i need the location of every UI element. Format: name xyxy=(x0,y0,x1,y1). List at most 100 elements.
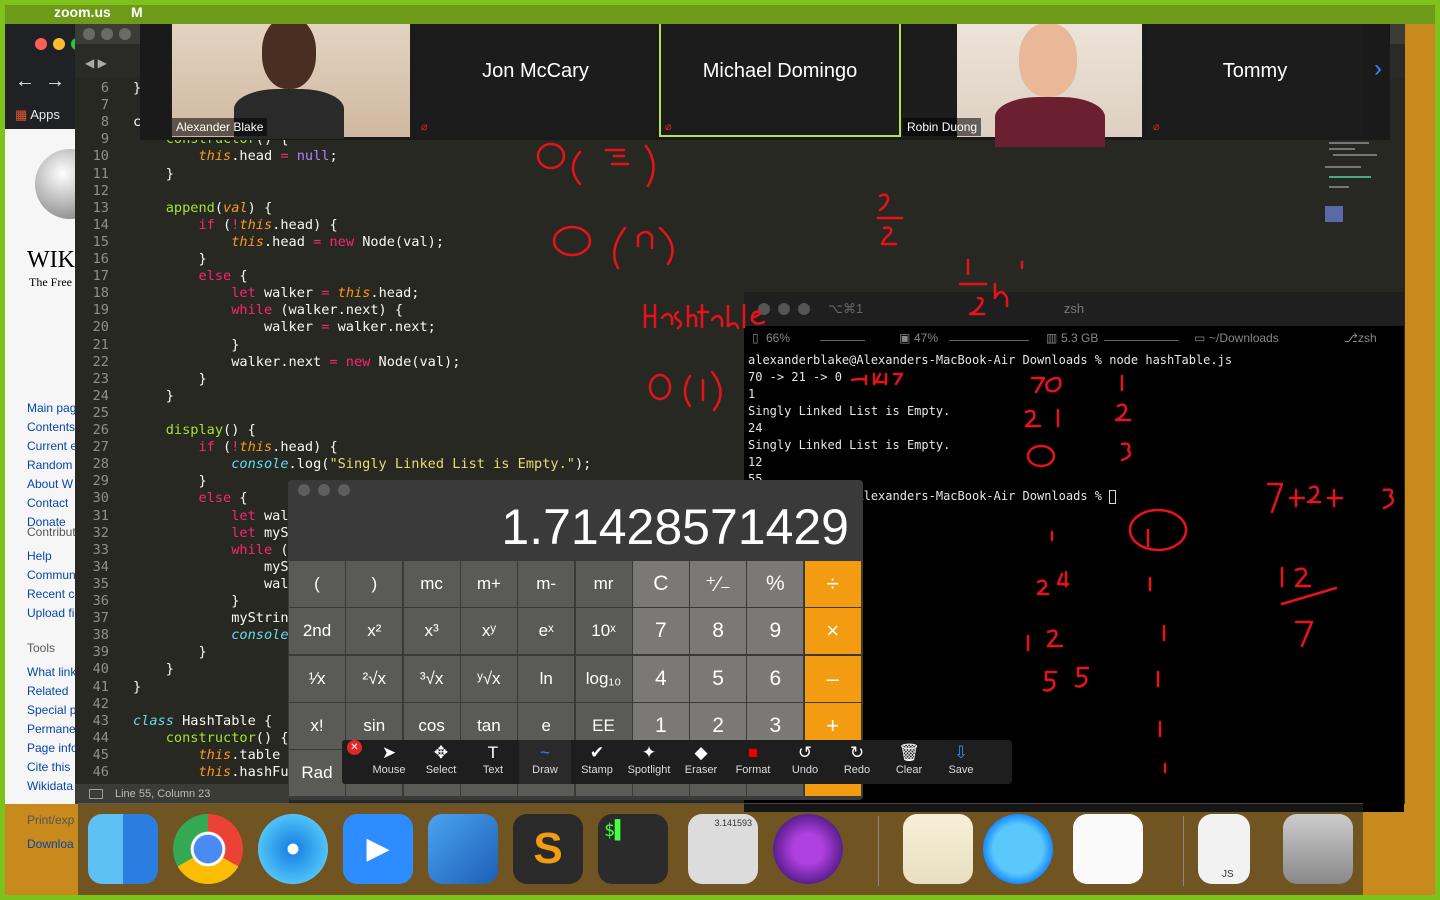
tool-save-button[interactable]: ⇩ Save xyxy=(935,740,987,784)
safari-icon[interactable] xyxy=(258,814,328,884)
code-line[interactable]: 17 else { xyxy=(75,268,248,285)
calc-key[interactable]: 9 xyxy=(747,608,804,655)
code-line[interactable]: 27 if (!this.head) { xyxy=(75,439,338,456)
tool-text-button[interactable]: T Text xyxy=(467,740,519,784)
minimize-icon[interactable] xyxy=(318,484,330,496)
code-line[interactable]: 26 display() { xyxy=(75,422,256,439)
code-line[interactable]: 6} xyxy=(75,80,141,97)
code-line[interactable]: 38 console xyxy=(75,627,289,644)
participant-tile[interactable]: Tommy ⌀ xyxy=(1147,5,1363,137)
calc-key[interactable]: xʸ xyxy=(460,608,517,655)
zoom-window-icon[interactable] xyxy=(338,484,350,496)
code-line[interactable]: 20 walker = walker.next; xyxy=(75,319,436,336)
code-line[interactable]: 11 } xyxy=(75,166,174,183)
apps-bookmark[interactable]: ▦ Apps xyxy=(15,107,60,123)
calc-key[interactable]: ÷ xyxy=(804,561,861,607)
calc-key[interactable]: C xyxy=(632,561,689,607)
participant-tile[interactable]: Jon McCary ⌀ xyxy=(415,5,656,137)
code-line[interactable]: 19 while (walker.next) { xyxy=(75,302,403,319)
code-line[interactable]: 10 this.head = null; xyxy=(75,148,338,165)
xcode-icon[interactable] xyxy=(428,814,498,884)
code-line[interactable]: 39 } xyxy=(75,644,207,661)
code-line[interactable]: 32 let myS xyxy=(75,525,289,542)
tab-nav-arrows-icon[interactable]: ◀ ▶ xyxy=(85,56,107,70)
code-line[interactable]: 18 let walker = this.head; xyxy=(75,285,420,302)
wiki-print-link[interactable]: Downloa xyxy=(27,837,74,851)
pages-icon[interactable] xyxy=(903,814,973,884)
calc-key[interactable]: x! xyxy=(289,702,345,749)
wiki-tools-link[interactable]: Page info xyxy=(27,741,78,755)
wiki-tools-link[interactable]: What link xyxy=(27,665,76,679)
code-line[interactable]: 45 this.table = xyxy=(75,747,297,764)
code-line[interactable]: 15 this.head = new Node(val); xyxy=(75,234,444,251)
code-line[interactable]: 31 let wal xyxy=(75,508,289,525)
calc-key[interactable]: m+ xyxy=(460,561,517,607)
chrome-icon[interactable] xyxy=(173,814,243,884)
code-line[interactable]: 21 } xyxy=(75,337,240,354)
wiki-nav-link[interactable]: Current e xyxy=(27,439,77,453)
code-line[interactable]: 14 if (!this.head) { xyxy=(75,217,338,234)
calc-key[interactable]: mr xyxy=(575,561,632,607)
tool-format-button[interactable]: ■ Format xyxy=(727,740,779,784)
tool-draw-button[interactable]: ~ Draw xyxy=(519,740,571,784)
calc-key[interactable]: × xyxy=(804,608,861,655)
code-line[interactable]: 12 xyxy=(75,183,133,200)
wiki-tools-link[interactable]: Wikidata xyxy=(27,779,73,793)
calc-key[interactable]: 8 xyxy=(690,608,747,655)
tool-redo-button[interactable]: ↻ Redo xyxy=(831,740,883,784)
code-line[interactable]: 24 } xyxy=(75,388,174,405)
calc-key[interactable]: mc xyxy=(403,561,460,607)
calc-key[interactable]: 7 xyxy=(632,608,689,655)
code-line[interactable]: 44 constructor() { xyxy=(75,730,289,747)
calc-key[interactable]: ln xyxy=(518,655,575,702)
minimap[interactable] xyxy=(1325,136,1385,236)
calculator-icon[interactable]: 3.141593 xyxy=(688,814,758,884)
code-line[interactable]: 36 } xyxy=(75,593,240,610)
wiki-nav-link[interactable]: Main pag xyxy=(27,401,76,415)
wiki-nav-link[interactable]: Contact xyxy=(27,496,68,510)
participant-tile[interactable]: Robin Duong xyxy=(903,5,1144,147)
wiki-contribute-link[interactable]: Help xyxy=(27,549,52,563)
messages-icon[interactable] xyxy=(983,814,1053,884)
code-line[interactable]: 46 this.hashFu xyxy=(75,764,289,781)
tool-eraser-button[interactable]: ◆ Eraser xyxy=(675,740,727,784)
wiki-tools-link[interactable]: Related xyxy=(27,684,68,698)
code-line[interactable]: 41} xyxy=(75,679,142,696)
code-line[interactable]: 8c xyxy=(75,114,141,131)
code-line[interactable]: 13 append(val) { xyxy=(75,200,273,217)
calc-key[interactable]: ³√x xyxy=(403,655,460,702)
wiki-tools-link[interactable]: Cite this xyxy=(27,760,70,774)
close-icon[interactable] xyxy=(298,484,310,496)
wiki-contribute-link[interactable]: Upload fi xyxy=(27,606,74,620)
trash-icon[interactable] xyxy=(1283,814,1353,884)
wiki-nav-link[interactable]: About W xyxy=(27,477,73,491)
zoom-icon[interactable]: ▶ xyxy=(343,814,413,884)
calc-key[interactable]: ⁺∕₋ xyxy=(690,561,747,607)
code-line[interactable]: 7 xyxy=(75,97,133,114)
zoom-window-icon[interactable] xyxy=(119,28,131,40)
calc-key[interactable]: m- xyxy=(518,561,575,607)
calc-key[interactable]: x² xyxy=(346,608,403,655)
textedit-icon[interactable] xyxy=(1073,814,1143,884)
calc-key[interactable]: ²√x xyxy=(346,655,403,702)
code-line[interactable]: 29 } xyxy=(75,473,207,490)
calc-key[interactable]: 5 xyxy=(690,655,747,702)
code-line[interactable]: 16 } xyxy=(75,251,207,268)
wiki-nav-link[interactable]: Random xyxy=(27,458,72,472)
calc-key[interactable]: 4 xyxy=(632,655,689,702)
forward-icon[interactable]: → xyxy=(45,70,65,93)
back-icon[interactable]: ← xyxy=(15,70,35,93)
tool-undo-button[interactable]: ↺ Undo xyxy=(779,740,831,784)
minimize-icon[interactable] xyxy=(101,28,113,40)
close-icon[interactable] xyxy=(35,38,47,50)
tool-spotlight-button[interactable]: ✦ Spotlight xyxy=(623,740,675,784)
code-line[interactable]: 42 xyxy=(75,696,133,713)
calc-key[interactable]: Rad xyxy=(289,750,345,797)
calc-key[interactable]: % xyxy=(747,561,804,607)
code-line[interactable]: 25 xyxy=(75,405,133,422)
calc-key[interactable]: ( xyxy=(289,561,345,607)
tool-select-button[interactable]: ✥ Select xyxy=(415,740,467,784)
tool-mouse-button[interactable]: ➤ Mouse xyxy=(363,740,415,784)
app-menu-zoom[interactable]: zoom.us xyxy=(54,4,111,20)
calc-key[interactable]: 6 xyxy=(747,655,804,702)
